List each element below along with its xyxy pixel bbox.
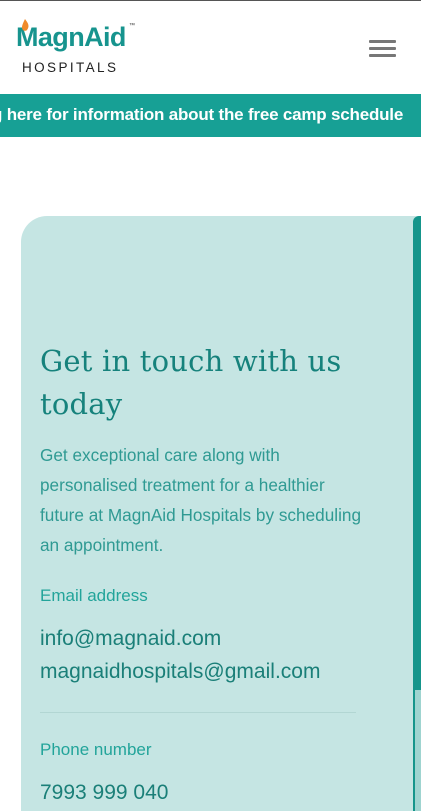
contact-heading: Get in touch with us today bbox=[40, 344, 342, 421]
logo-word-aid: Aid bbox=[84, 22, 126, 52]
phone-link[interactable]: 7993 999 040 bbox=[40, 776, 168, 809]
hamburger-bar bbox=[369, 47, 396, 50]
trademark-mark: ™ bbox=[129, 23, 135, 29]
logo-wordmark: MagnAid bbox=[16, 18, 126, 56]
phone-label: Phone number bbox=[40, 740, 152, 759]
contact-description: Get exceptional care along with personal… bbox=[40, 445, 362, 555]
email-link-primary[interactable]: info@magnaid.com bbox=[40, 622, 221, 655]
logo-subtitle: HOSPITALS bbox=[22, 60, 119, 75]
magnaid-logo[interactable]: MagnAid ™ HOSPITALS bbox=[16, 18, 141, 78]
email-label: Email address bbox=[40, 586, 148, 605]
email-link-secondary[interactable]: magnaidhospitals@gmail.com bbox=[40, 655, 320, 688]
site-header: MagnAid ™ HOSPITALS bbox=[0, 1, 421, 93]
hamburger-menu-icon bbox=[369, 40, 396, 43]
phone-link-text[interactable]: 7993 999 040 bbox=[40, 781, 168, 804]
hamburger-bar bbox=[369, 54, 396, 57]
ticker-text[interactable]: g here for information about the free ca… bbox=[0, 105, 403, 125]
flame-icon bbox=[21, 19, 29, 31]
card-accent-edge-light bbox=[415, 690, 421, 811]
hamburger-menu-button[interactable] bbox=[368, 37, 398, 59]
email-link-text[interactable]: info@magnaid.com bbox=[40, 627, 221, 650]
divider bbox=[40, 712, 356, 713]
announcement-ticker[interactable]: g here for information about the free ca… bbox=[0, 94, 421, 137]
email-link-text[interactable]: magnaidhospitals@gmail.com bbox=[40, 660, 320, 683]
